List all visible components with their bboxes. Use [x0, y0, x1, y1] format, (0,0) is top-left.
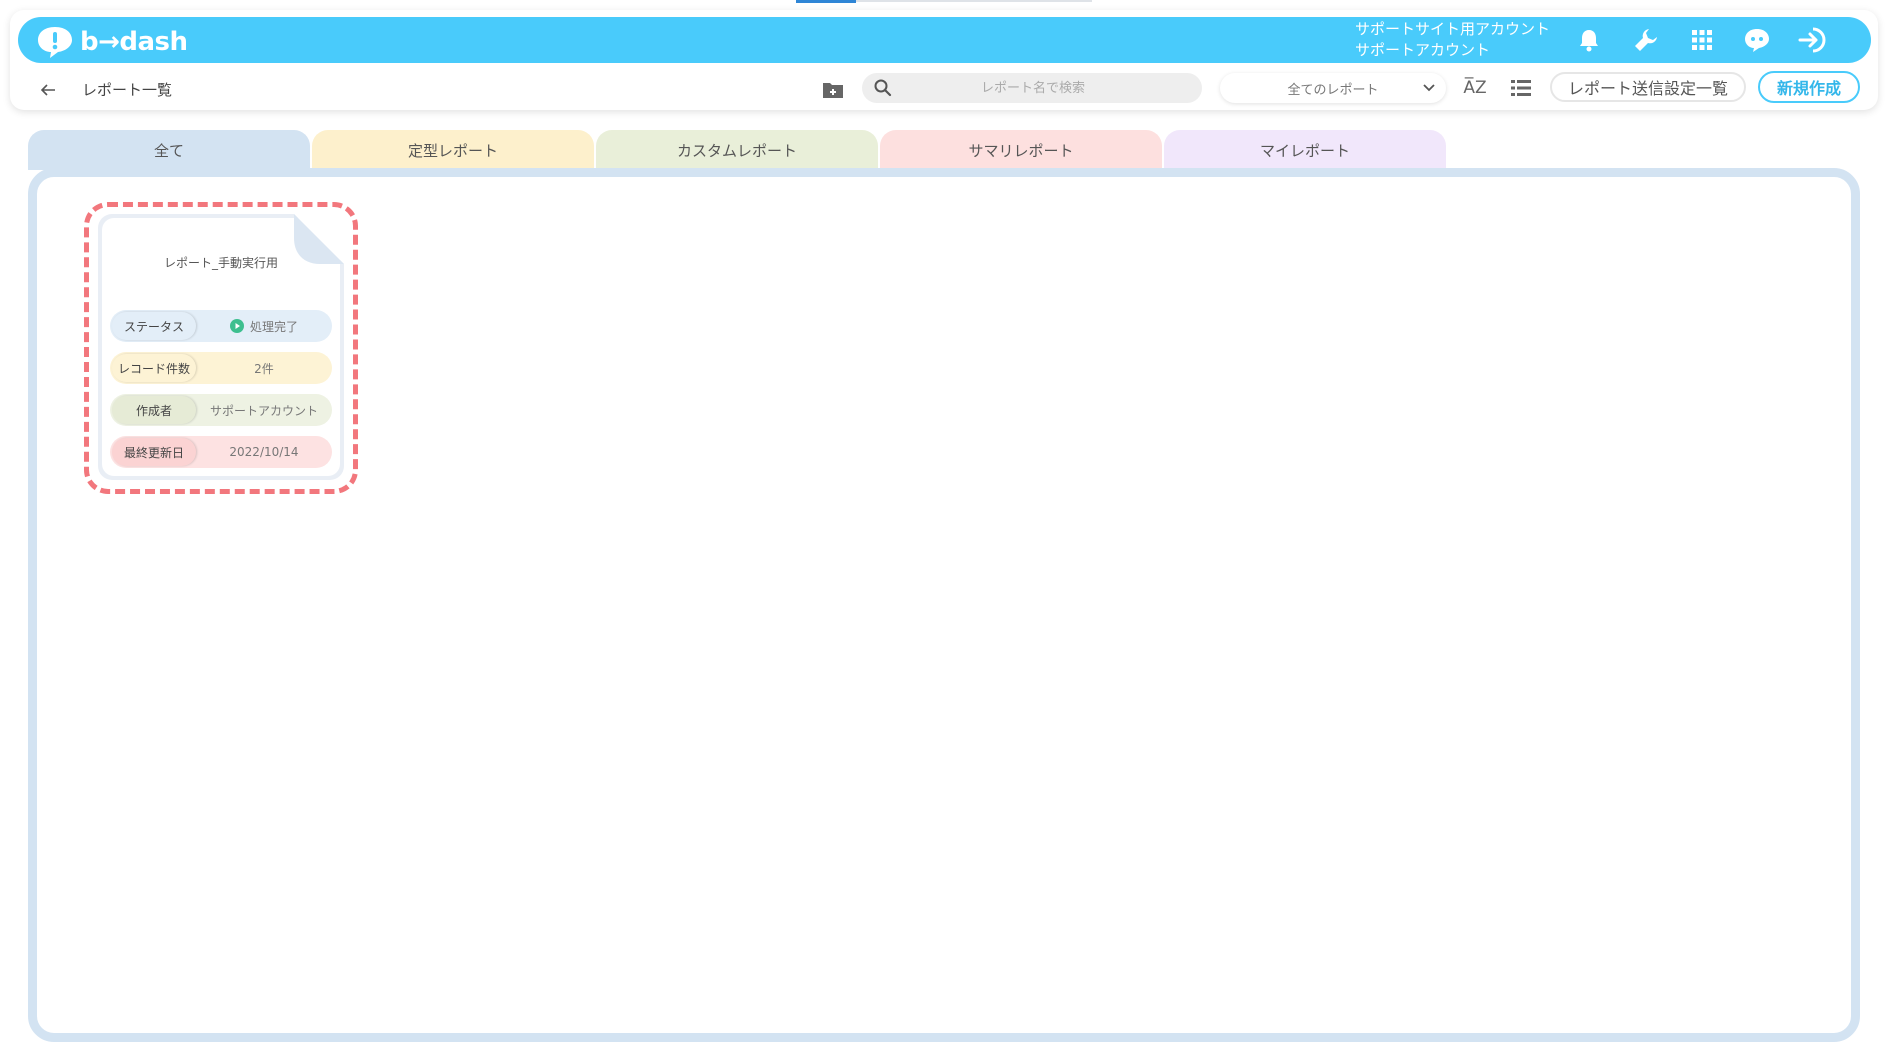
- chevron-down-icon: [1423, 84, 1435, 92]
- toolbar: レポート一覧 全てのレポート A̅Z レポート送信設定一覧 新規作成: [0, 70, 1890, 110]
- report-card-body: レポート_手動実行用 ステータス 処理完了 レコード件数 2件 作成者 サポート…: [102, 214, 344, 476]
- tab-summary-report[interactable]: サマリレポート: [880, 130, 1162, 170]
- author-label: 作成者: [112, 396, 196, 424]
- card-row-status: ステータス 処理完了: [110, 310, 332, 342]
- logout-icon[interactable]: [1796, 24, 1828, 56]
- author-value: サポートアカウント: [209, 403, 318, 418]
- support-chat-icon[interactable]: [1741, 24, 1773, 56]
- search-input[interactable]: [894, 79, 1172, 97]
- tab-all[interactable]: 全て: [28, 130, 310, 170]
- report-filter-value: 全てのレポート: [1287, 82, 1379, 98]
- card-row-updated: 最終更新日 2022/10/14: [110, 436, 332, 468]
- list-view-icon[interactable]: [1508, 76, 1534, 100]
- record-count-label: レコード件数: [112, 354, 196, 382]
- tab-custom-report[interactable]: カスタムレポート: [596, 130, 878, 170]
- back-arrow-icon[interactable]: [36, 78, 60, 102]
- page-title: レポート一覧: [82, 81, 173, 99]
- wrench-icon[interactable]: [1630, 24, 1662, 56]
- new-report-button[interactable]: 新規作成: [1758, 71, 1860, 103]
- logo-text: b→dash: [80, 27, 188, 57]
- search-box: [862, 73, 1202, 103]
- tab-fixed-report[interactable]: 定型レポート: [312, 130, 594, 170]
- add-folder-icon[interactable]: [820, 78, 846, 102]
- updated-value: 2022/10/14: [229, 445, 299, 459]
- sort-az-icon[interactable]: A̅Z: [1460, 75, 1490, 101]
- report-send-settings-button[interactable]: レポート送信設定一覧: [1550, 72, 1746, 102]
- status-value: 処理完了: [249, 319, 298, 334]
- report-filter-select[interactable]: 全てのレポート: [1220, 73, 1446, 103]
- card-row-author: 作成者 サポートアカウント: [110, 394, 332, 426]
- status-value-wrap: 処理完了: [196, 318, 332, 335]
- report-card-title: レポート_手動実行用: [163, 256, 278, 270]
- play-circle-icon: [229, 319, 244, 333]
- report-card[interactable]: レポート_手動実行用 ステータス 処理完了 レコード件数 2件 作成者 サポート…: [98, 214, 344, 480]
- browser-tab-strip: [856, 0, 1092, 2]
- updated-label: 最終更新日: [112, 438, 196, 466]
- apps-grid-icon[interactable]: [1686, 24, 1718, 56]
- app-logo[interactable]: b→dash: [36, 25, 188, 59]
- status-label: ステータス: [112, 312, 196, 340]
- search-icon: [874, 78, 894, 98]
- record-count-value: 2件: [254, 361, 274, 376]
- browser-tab-indicator: [796, 0, 856, 3]
- account-site-name: サポートサイト用アカウント: [1355, 20, 1551, 38]
- card-row-record-count: レコード件数 2件: [110, 352, 332, 384]
- account-info[interactable]: サポートサイト用アカウント サポートアカウント: [1355, 19, 1550, 61]
- account-user-name: サポートアカウント: [1355, 41, 1491, 59]
- logo-bubble-icon: [38, 27, 72, 58]
- bell-icon[interactable]: [1573, 24, 1605, 56]
- tab-my-report[interactable]: マイレポート: [1164, 130, 1446, 170]
